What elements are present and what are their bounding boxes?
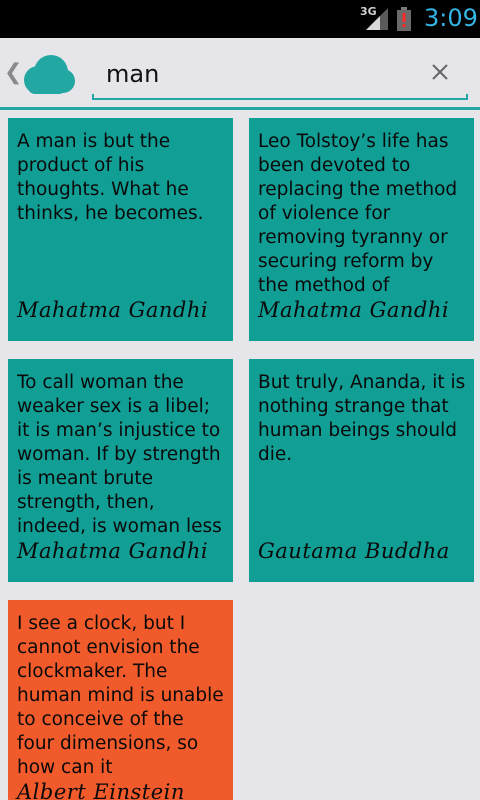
status-clock: 3:09 [424, 4, 478, 32]
quote-author: Gautama Buddha [258, 539, 450, 563]
cloud-logo-icon[interactable] [18, 52, 76, 96]
quote-text: To call woman the weaker sex is a libel;… [17, 372, 222, 537]
search-box [92, 52, 468, 102]
quote-card[interactable]: A man is but the product of his thoughts… [8, 118, 233, 341]
quote-author: Mahatma Gandhi [258, 298, 450, 322]
quote-text: I see a clock, but I cannot envision the… [17, 613, 224, 778]
quote-author: Albert Einstein [17, 780, 185, 800]
quote-author: Mahatma Gandhi [17, 539, 209, 563]
quote-text: Leo Tolstoy’s life has been devoted to r… [258, 131, 458, 296]
battery-low-icon [397, 7, 411, 31]
search-underline [92, 94, 468, 100]
quote-card[interactable]: To call woman the weaker sex is a libel;… [8, 359, 233, 582]
action-bar: ❮ [0, 38, 480, 108]
status-bar: 3G 3:09 [0, 0, 480, 38]
quote-card[interactable]: But truly, Ananda, it is nothing strange… [249, 359, 474, 582]
search-input[interactable] [92, 52, 422, 96]
clear-search-icon[interactable] [426, 58, 454, 86]
quote-text: A man is but the product of his thoughts… [17, 131, 204, 224]
quote-card[interactable]: Leo Tolstoy’s life has been devoted to r… [249, 118, 474, 341]
quote-author: Mahatma Gandhi [17, 298, 209, 322]
signal-strength-icon [366, 8, 388, 30]
quote-text: But truly, Ananda, it is nothing strange… [258, 372, 466, 465]
quote-card[interactable]: I see a clock, but I cannot envision the… [8, 600, 233, 800]
header-divider [0, 107, 480, 110]
